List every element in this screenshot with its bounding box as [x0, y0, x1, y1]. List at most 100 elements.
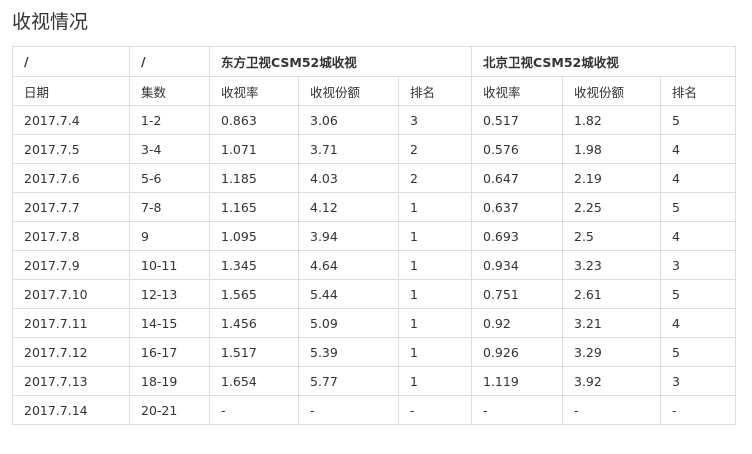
table-row: 2017.7.7 7-8 1.165 4.12 1 0.637 2.25 5: [12, 192, 736, 222]
cell-episodes: 1-2: [129, 105, 210, 135]
cell-date: 2017.7.8: [12, 221, 130, 251]
cell-dragon-rating: 1.071: [209, 134, 299, 164]
cell-dragon-share: 4.64: [298, 250, 399, 280]
cell-dragon-rating: 1.165: [209, 192, 299, 222]
column-header-dragon-share: 收视份额: [298, 76, 399, 106]
cell-dragon-rank: 1: [398, 337, 472, 367]
cell-date: 2017.7.6: [12, 163, 130, 193]
column-header-beijing-share: 收视份额: [562, 76, 661, 106]
ratings-table: / / 东方卫视CSM52城收视 北京卫视CSM52城收视 日期 集数 收视率 收视份…: [12, 46, 736, 425]
column-header-beijing-rank: 排名: [660, 76, 736, 106]
cell-beijing-rank: 4: [660, 308, 736, 338]
cell-dragon-rank: 1: [398, 192, 472, 222]
cell-dragon-share: 5.44: [298, 279, 399, 309]
cell-beijing-share: 2.25: [562, 192, 661, 222]
cell-dragon-share: 5.39: [298, 337, 399, 367]
cell-episodes: 3-4: [129, 134, 210, 164]
cell-dragon-share: 5.77: [298, 366, 399, 396]
table-row: 2017.7.13 18-19 1.654 5.77 1 1.119 3.92 3: [12, 366, 736, 396]
cell-episodes: 12-13: [129, 279, 210, 309]
cell-dragon-rank: 1: [398, 366, 472, 396]
column-header-beijing-rating: 收视率: [471, 76, 563, 106]
cell-dragon-rank: 3: [398, 105, 472, 135]
cell-date: 2017.7.5: [12, 134, 130, 164]
cell-episodes: 18-19: [129, 366, 210, 396]
cell-dragon-rank: 1: [398, 279, 472, 309]
cell-beijing-rating: 0.934: [471, 250, 563, 280]
cell-dragon-rating: 1.565: [209, 279, 299, 309]
cell-beijing-rating: 0.637: [471, 192, 563, 222]
cell-dragon-rating: 1.517: [209, 337, 299, 367]
cell-beijing-rank: 4: [660, 134, 736, 164]
cell-beijing-rating: 0.926: [471, 337, 563, 367]
column-header-date: 日期: [12, 76, 130, 106]
cell-beijing-share: 3.29: [562, 337, 661, 367]
cell-dragon-rating: 0.863: [209, 105, 299, 135]
table-body: 2017.7.4 1-2 0.863 3.06 3 0.517 1.82 5 2017.7.5 3…: [12, 105, 736, 425]
cell-dragon-share: 3.94: [298, 221, 399, 251]
cell-episodes: 10-11: [129, 250, 210, 280]
cell-episodes: 16-17: [129, 337, 210, 367]
cell-beijing-rating: 1.119: [471, 366, 563, 396]
cell-beijing-rating: -: [471, 395, 563, 425]
cell-beijing-rating: 0.576: [471, 134, 563, 164]
cell-date: 2017.7.14: [12, 395, 130, 425]
cell-date: 2017.7.10: [12, 279, 130, 309]
table-row: 2017.7.4 1-2 0.863 3.06 3 0.517 1.82 5: [12, 105, 736, 135]
cell-dragon-share: 3.71: [298, 134, 399, 164]
cell-dragon-rating: 1.345: [209, 250, 299, 280]
cell-beijing-rank: -: [660, 395, 736, 425]
cell-episodes: 9: [129, 221, 210, 251]
group-header-episode: /: [129, 46, 210, 77]
cell-beijing-share: 3.92: [562, 366, 661, 396]
cell-beijing-share: 2.61: [562, 279, 661, 309]
cell-dragon-share: 4.12: [298, 192, 399, 222]
cell-beijing-rank: 3: [660, 366, 736, 396]
table-row: 2017.7.14 20-21- - - - - -: [12, 395, 736, 425]
cell-episodes: 20-21: [129, 395, 210, 425]
page-title: 收视情况: [12, 11, 89, 33]
cell-beijing-share: 1.82: [562, 105, 661, 135]
cell-beijing-rank: 3: [660, 250, 736, 280]
cell-dragon-rank: 2: [398, 134, 472, 164]
cell-beijing-share: 2.5: [562, 221, 661, 251]
cell-date: 2017.7.7: [12, 192, 130, 222]
cell-date: 2017.7.11: [12, 308, 130, 338]
cell-date: 2017.7.4: [12, 105, 130, 135]
cell-beijing-rating: 0.92: [471, 308, 563, 338]
column-header-row: 日期 集数 收视率 收视份额 排名 收视率 收视份额 排名: [12, 76, 736, 106]
cell-beijing-rank: 5: [660, 279, 736, 309]
cell-dragon-rank: 1: [398, 250, 472, 280]
cell-beijing-rank: 5: [660, 105, 736, 135]
cell-dragon-rating: 1.095: [209, 221, 299, 251]
group-header-row: / / 东方卫视CSM52城收视 北京卫视CSM52城收视: [12, 46, 736, 77]
cell-dragon-rating: 1.456: [209, 308, 299, 338]
cell-dragon-share: 4.03: [298, 163, 399, 193]
cell-beijing-share: 3.23: [562, 250, 661, 280]
table-row: 2017.7.6 5-6 1.185 4.03 2 0.647 2.19 4: [12, 163, 736, 193]
cell-beijing-rating: 0.647: [471, 163, 563, 193]
cell-beijing-rating: 0.517: [471, 105, 563, 135]
cell-beijing-share: 3.21: [562, 308, 661, 338]
cell-beijing-rank: 5: [660, 337, 736, 367]
cell-episodes: 7-8: [129, 192, 210, 222]
group-header-beijing-tv: 北京卫视CSM52城收视: [471, 46, 736, 77]
cell-dragon-rating: -: [209, 395, 299, 425]
cell-beijing-rank: 4: [660, 163, 736, 193]
cell-dragon-rank: 2: [398, 163, 472, 193]
cell-episodes: 14-15: [129, 308, 210, 338]
column-header-episodes: 集数: [129, 76, 210, 106]
cell-episodes: 5-6: [129, 163, 210, 193]
cell-dragon-rating: 1.654: [209, 366, 299, 396]
column-header-dragon-rating: 收视率: [209, 76, 299, 106]
cell-beijing-share: -: [562, 395, 661, 425]
column-header-dragon-rank: 排名: [398, 76, 472, 106]
table-row: 2017.7.12 16-17 1.517 5.39 1 0.926 3.29 5: [12, 337, 736, 367]
cell-date: 2017.7.12: [12, 337, 130, 367]
cell-date: 2017.7.13: [12, 366, 130, 396]
cell-beijing-rank: 5: [660, 192, 736, 222]
cell-beijing-rank: 4: [660, 221, 736, 251]
cell-dragon-share: -: [298, 395, 399, 425]
group-header-dragon-tv: 东方卫视CSM52城收视: [209, 46, 472, 77]
cell-beijing-share: 2.19: [562, 163, 661, 193]
